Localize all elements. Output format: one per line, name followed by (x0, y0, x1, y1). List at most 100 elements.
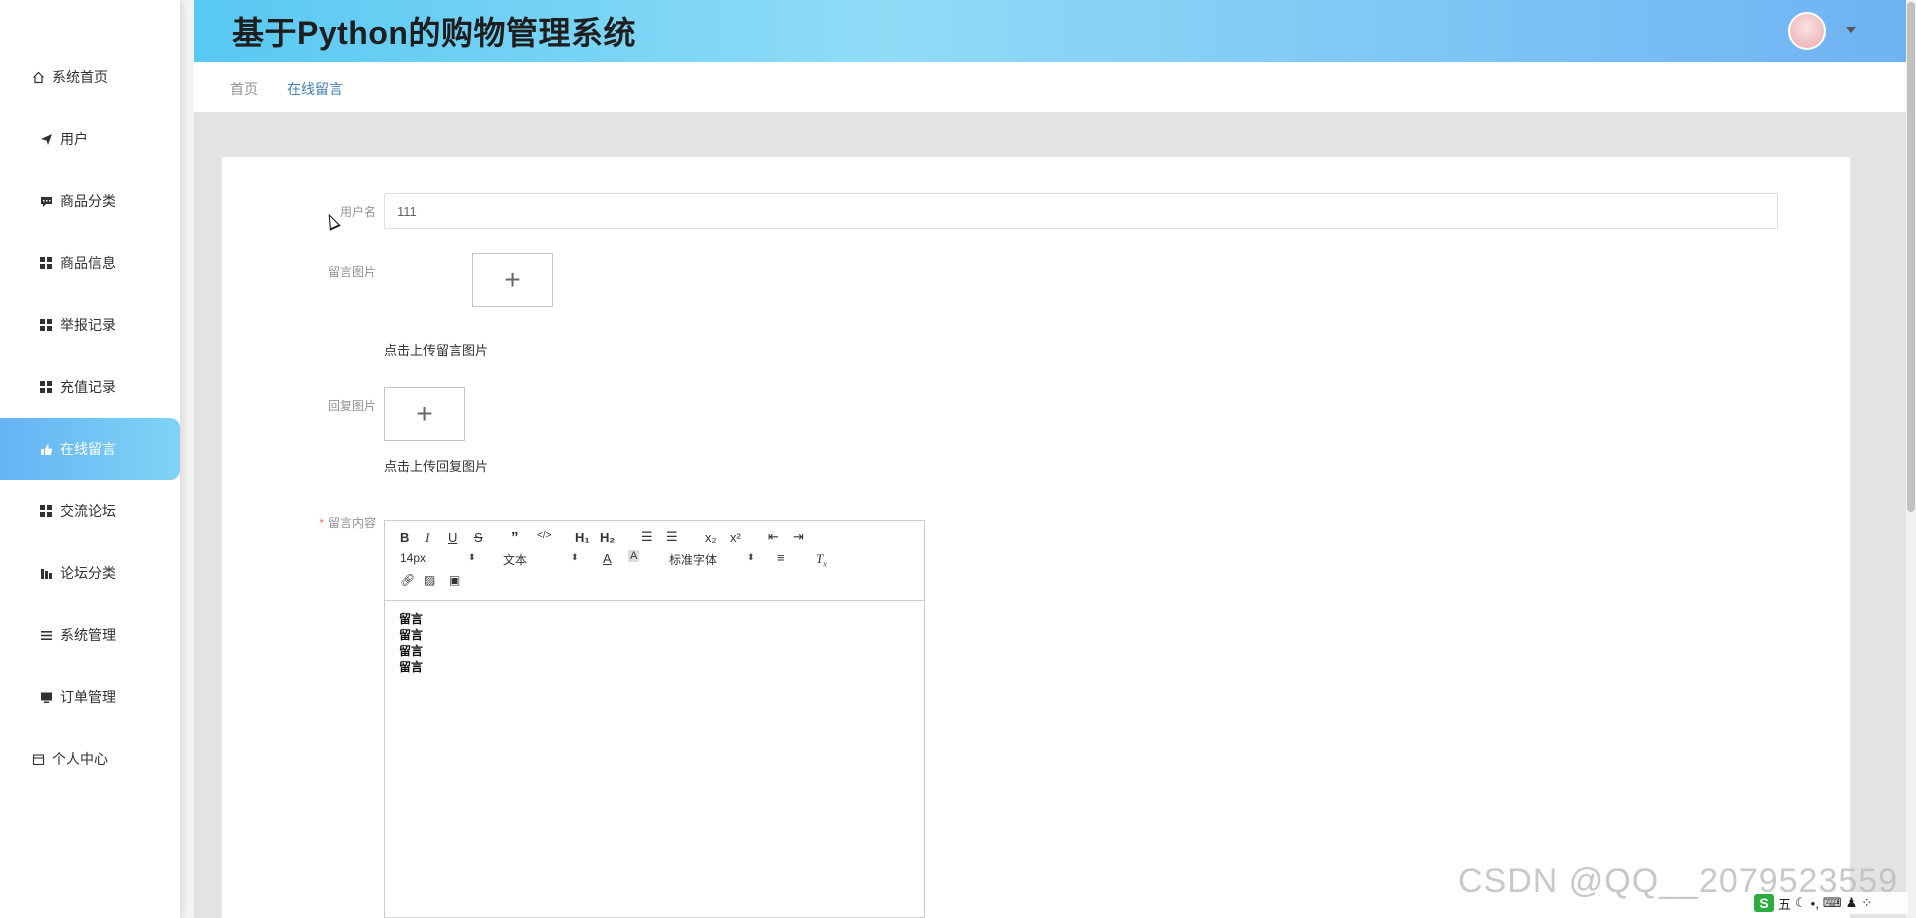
font-family-select[interactable]: 标准字体 ⬍ (669, 551, 759, 568)
sidebar-item-label: 系统首页 (52, 69, 108, 85)
clear-format-icon[interactable]: Tx (816, 551, 827, 569)
video-icon[interactable]: ▣ (449, 573, 460, 587)
sidebar-item-product-info[interactable]: 商品信息 (0, 232, 180, 294)
blockquote-icon[interactable]: ” (511, 529, 519, 546)
sidebar-item-label: 系统管理 (60, 627, 116, 643)
header-select-value: 文本 (503, 553, 528, 567)
bullet-list-icon[interactable]: ☰ (666, 529, 678, 545)
code-icon[interactable]: </> (537, 530, 551, 541)
sidebar-item-label: 商品信息 (60, 255, 116, 271)
sidebar-item-personal-center[interactable]: 个人中心 (0, 728, 180, 790)
sidebar-item-report-records[interactable]: 举报记录 (0, 294, 180, 356)
content-line: 留言 (399, 612, 424, 626)
superscript-icon[interactable]: x² (730, 530, 741, 545)
page-scrollbar[interactable] (1906, 0, 1916, 918)
sidebar-item-forum-category[interactable]: 论坛分类 (0, 542, 180, 604)
sidebar: 系统首页 用户 商品分类 商品信息 举报记录 充值记录 在线留言 交流论坛 论坛… (0, 0, 180, 918)
reply-image-upload-button[interactable]: + (384, 387, 465, 441)
sidebar-item-label: 举报记录 (60, 317, 116, 333)
h1-icon[interactable]: H₁ (575, 530, 590, 545)
plus-icon: + (504, 264, 521, 295)
calendar-icon (30, 751, 46, 767)
chevron-down-icon[interactable] (1846, 27, 1856, 33)
image-icon[interactable]: ▨ (424, 573, 435, 587)
breadcrumb-current: 在线留言 (287, 81, 343, 97)
username-value: 111 (397, 203, 417, 219)
plus-icon: + (416, 398, 433, 429)
sidebar-item-label: 商品分类 (60, 193, 116, 209)
thumb-up-icon (38, 441, 54, 457)
subscript-icon[interactable]: x₂ (705, 530, 717, 545)
sidebar-item-system-management[interactable]: 系统管理 (0, 604, 180, 666)
bold-icon[interactable]: B (400, 530, 409, 545)
breadcrumb: 首页 在线留言 (194, 62, 1906, 112)
underline-icon[interactable]: U (448, 530, 457, 545)
select-arrows-icon: ⬍ (571, 552, 579, 562)
sidebar-item-recharge-records[interactable]: 充值记录 (0, 356, 180, 418)
italic-icon[interactable]: I (425, 530, 429, 546)
user-icon[interactable]: ♟ (1846, 895, 1858, 911)
grid-icon (38, 317, 54, 333)
top-header: 基于Python的购物管理系统 (194, 0, 1906, 62)
username-input[interactable]: 111 (384, 193, 1778, 229)
link-icon[interactable]: 🔗︎ (400, 573, 415, 587)
ime-toolbar: S 五 ☾ •, ⌨ ♟ ⁘ (1750, 892, 1908, 914)
avatar[interactable] (1788, 12, 1826, 50)
sidebar-item-online-message[interactable]: 在线留言 (0, 418, 180, 480)
select-arrows-icon: ⬍ (747, 552, 755, 562)
sidebar-item-label: 用户 (60, 131, 88, 147)
content-line: 留言 (399, 660, 424, 674)
bar-chart-icon (38, 565, 54, 581)
monitor-icon (38, 689, 54, 705)
editor-content[interactable]: 留言 留言 留言 留言 (385, 601, 924, 685)
select-arrows-icon: ⬍ (468, 552, 476, 562)
chat-icon (38, 193, 54, 209)
grid-icon (38, 255, 54, 271)
sidebar-item-label: 充值记录 (60, 379, 116, 395)
breadcrumb-home[interactable]: 首页 (230, 79, 258, 99)
sidebar-item-label: 个人中心 (52, 751, 108, 767)
sidebar-item-user[interactable]: 用户 (0, 108, 180, 170)
font-family-value: 标准字体 (669, 553, 718, 567)
reply-image-hint: 点击上传回复图片 (384, 459, 489, 474)
font-size-select[interactable]: 14px ⬍ (400, 551, 480, 565)
punctuation-icon[interactable]: •, (1811, 896, 1819, 911)
ordered-list-icon[interactable]: ☰ (641, 529, 653, 545)
content-label-text: 留言内容 (327, 516, 376, 530)
strike-icon[interactable]: S (474, 530, 483, 545)
grid-icon[interactable]: ⁘ (1861, 895, 1872, 911)
sidebar-item-label: 在线留言 (60, 441, 116, 457)
ime-mode[interactable]: 五 (1778, 894, 1791, 913)
background-color-icon[interactable]: A (628, 550, 640, 562)
scrollbar-thumb[interactable] (1907, 2, 1915, 512)
indent-icon[interactable]: ⇥ (793, 529, 804, 545)
home-icon (30, 69, 46, 85)
sidebar-item-forum[interactable]: 交流论坛 (0, 480, 180, 542)
message-image-upload-button[interactable]: + (472, 253, 553, 307)
sidebar-item-label: 交流论坛 (60, 503, 116, 519)
font-color-icon[interactable]: A (603, 551, 612, 566)
grid-icon (38, 379, 54, 395)
paper-plane-icon (38, 131, 54, 147)
app-title: 基于Python的购物管理系统 (232, 15, 636, 51)
grid-icon (38, 503, 54, 519)
align-icon[interactable]: ≡ (777, 550, 785, 565)
sidebar-item-label: 订单管理 (60, 689, 116, 705)
h2-icon[interactable]: H₂ (600, 530, 615, 545)
sidebar-item-product-category[interactable]: 商品分类 (0, 170, 180, 232)
header-select[interactable]: 文本 ⬍ (503, 551, 583, 568)
sidebar-item-order-management[interactable]: 订单管理 (0, 666, 180, 728)
message-image-hint: 点击上传留言图片 (384, 343, 489, 358)
font-size-value: 14px (400, 551, 427, 565)
rich-text-editor: B I U S ” </> H₁ H₂ ☰ ☰ x₂ x² ⇤ ⇥ 14px ⬍ … (384, 520, 925, 918)
sogou-icon[interactable]: S (1754, 894, 1774, 912)
message-image-label: 留言图片 (327, 265, 376, 279)
sidebar-item-home[interactable]: 系统首页 (0, 46, 180, 108)
keyboard-icon[interactable]: ⌨ (1823, 895, 1842, 911)
sidebar-item-label: 论坛分类 (60, 565, 116, 581)
content-line: 留言 (399, 628, 424, 642)
outdent-icon[interactable]: ⇤ (768, 529, 779, 545)
list-icon (38, 627, 54, 643)
moon-icon[interactable]: ☾ (1795, 895, 1807, 911)
content-label: * 留言内容 (276, 514, 376, 531)
